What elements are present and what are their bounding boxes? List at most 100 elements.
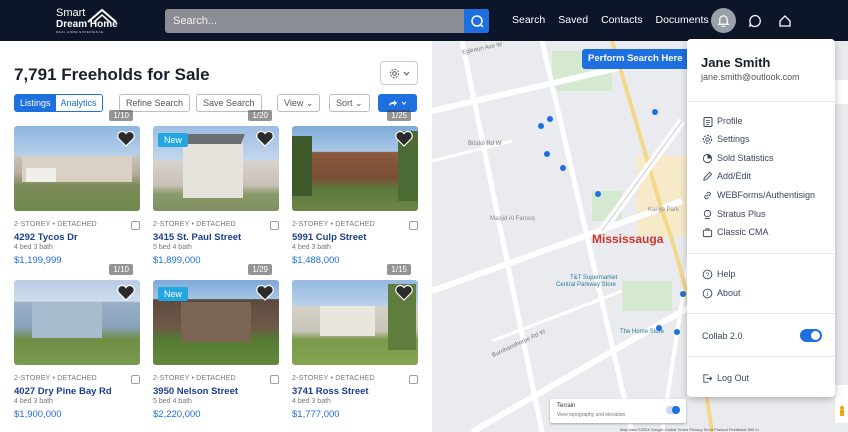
menu-item-label: Stratus Plus: [717, 209, 766, 219]
listing-price: $2,220,000: [153, 409, 201, 420]
menu-item-help[interactable]: ? Help: [702, 267, 736, 281]
share-arrow-icon: [389, 100, 397, 106]
map-pin[interactable]: [538, 123, 544, 129]
svg-text:i: i: [707, 290, 708, 297]
favorite-heart-icon[interactable]: [394, 130, 414, 148]
pie-chart-icon: [702, 153, 713, 163]
settings-dropdown-button[interactable]: [380, 61, 418, 85]
terrain-toggle[interactable]: Terrain View topography and elevation: [550, 399, 686, 423]
map-label: Bristol Rd W: [468, 141, 502, 147]
photo-count: 1/10: [109, 264, 133, 275]
listing-address[interactable]: 4292 Tycos Dr: [14, 232, 78, 243]
home-icon[interactable]: [778, 14, 792, 28]
map-pin[interactable]: [652, 109, 658, 115]
listing-beds-baths: 4 bed 3 bath: [292, 398, 331, 405]
listing-address[interactable]: 4027 Dry Pine Bay Rd: [14, 386, 112, 397]
favorite-heart-icon[interactable]: [255, 284, 275, 302]
menu-item-label: Sold Statistics: [717, 153, 774, 163]
profile-menu: Jane Smith jane.smith@outlook.com Profil…: [687, 39, 835, 397]
select-checkbox[interactable]: [270, 375, 279, 384]
help-circle-icon: ?: [702, 269, 713, 279]
briefcase-icon: [702, 227, 713, 237]
map-label: T&T Supermarket: [570, 275, 618, 281]
favorite-heart-icon[interactable]: [255, 130, 275, 148]
menu-item-settings[interactable]: Settings: [702, 132, 750, 146]
pegman-icon: [840, 406, 844, 416]
listing-address[interactable]: 3415 St. Paul Street: [153, 232, 241, 243]
menu-item-label: About: [717, 288, 741, 298]
tab-listings[interactable]: Listings: [15, 95, 56, 111]
map-label: Kariya Park: [648, 207, 680, 213]
view-dropdown[interactable]: View ⌄: [277, 94, 321, 112]
photo-count: 1/10: [109, 110, 133, 121]
map-pin[interactable]: [680, 291, 686, 297]
sort-dropdown[interactable]: Sort ⌄: [329, 94, 370, 112]
search-button[interactable]: [464, 9, 489, 33]
menu-item-classic-cma[interactable]: Classic CMA: [702, 225, 769, 239]
map-city-label: Mississauga: [592, 232, 664, 246]
gear-icon: [702, 134, 713, 144]
map-pin[interactable]: [544, 151, 550, 157]
terrain-switch[interactable]: [666, 406, 680, 414]
link-icon: [704, 191, 711, 199]
sort-wrap: Sort ⌄: [329, 94, 370, 112]
map-pin[interactable]: [595, 191, 601, 197]
collab-toggle[interactable]: [800, 329, 822, 342]
menu-item-stratus-plus[interactable]: Stratus Plus: [702, 207, 766, 221]
tab-analytics[interactable]: Analytics: [55, 95, 102, 111]
map-pin[interactable]: [547, 116, 553, 122]
search-bar: [165, 9, 489, 33]
listing-beds-baths: 4 bed 3 bath: [14, 398, 53, 405]
menu-item-label: Settings: [717, 134, 750, 144]
search-input[interactable]: [165, 9, 465, 33]
clipboard-icon: [703, 116, 712, 127]
user-name: Jane Smith: [701, 55, 771, 70]
new-badge: New: [158, 133, 189, 147]
map-control[interactable]: [835, 80, 848, 104]
nav-documents[interactable]: Documents: [656, 14, 709, 26]
menu-item-label: Profile: [717, 116, 743, 126]
menu-item-about[interactable]: i About: [702, 286, 741, 300]
menu-item-webforms[interactable]: WEBForms/Authentisign: [702, 188, 815, 202]
menu-item-sold-statistics[interactable]: Sold Statistics: [702, 151, 774, 165]
select-checkbox[interactable]: [409, 375, 418, 384]
listing-address[interactable]: 3741 Ross Street: [292, 386, 369, 397]
search-icon: [470, 15, 484, 28]
favorite-heart-icon[interactable]: [116, 284, 136, 302]
map-label: Central Parkway Store: [556, 282, 617, 288]
sort-label: Sort: [336, 98, 353, 108]
menu-item-profile[interactable]: Profile: [702, 114, 743, 128]
listings-panel: 7,791 Freeholds for Sale Listings Analyt…: [0, 41, 432, 432]
notifications-button[interactable]: [711, 8, 736, 33]
favorite-heart-icon[interactable]: [116, 130, 136, 148]
nav-search[interactable]: Search: [512, 14, 545, 26]
photo-count: 1/29: [248, 264, 272, 275]
listing-address[interactable]: 3950 Nelson Street: [153, 386, 238, 397]
logo[interactable]: Smart Dream Home REAL HOME EXPERIENCE: [56, 8, 118, 35]
select-checkbox[interactable]: [131, 221, 140, 230]
nav-saved[interactable]: Saved: [558, 14, 588, 26]
listing-beds-baths: 4 bed 3 bath: [292, 244, 331, 251]
map-pin[interactable]: [560, 165, 566, 171]
menu-item-add-edit[interactable]: Add/Edit: [702, 169, 751, 183]
select-checkbox[interactable]: [131, 375, 140, 384]
menu-item-logout[interactable]: Log Out: [702, 371, 749, 385]
listing-type: 2-STOREY • DETACHED: [292, 221, 375, 228]
logo-tagline: REAL HOME EXPERIENCE: [56, 30, 104, 34]
select-checkbox[interactable]: [409, 221, 418, 230]
map-pin[interactable]: [656, 325, 662, 331]
chat-icon[interactable]: [748, 14, 762, 28]
street-view-control[interactable]: [835, 385, 848, 423]
map-pin[interactable]: [674, 329, 680, 335]
favorite-heart-icon[interactable]: [394, 284, 414, 302]
divider: [687, 356, 835, 357]
bell-icon: [717, 15, 730, 27]
select-checkbox[interactable]: [270, 221, 279, 230]
listing-address[interactable]: 5991 Culp Street: [292, 232, 366, 243]
nav-contacts[interactable]: Contacts: [601, 14, 642, 26]
listing-type: 2-STOREY • DETACHED: [14, 375, 97, 382]
perform-search-button[interactable]: Perform Search Here: [582, 49, 692, 69]
photo-count: 1/20: [248, 110, 272, 121]
menu-item-label: Classic CMA: [717, 227, 769, 237]
menu-item-label: Log Out: [717, 373, 750, 383]
